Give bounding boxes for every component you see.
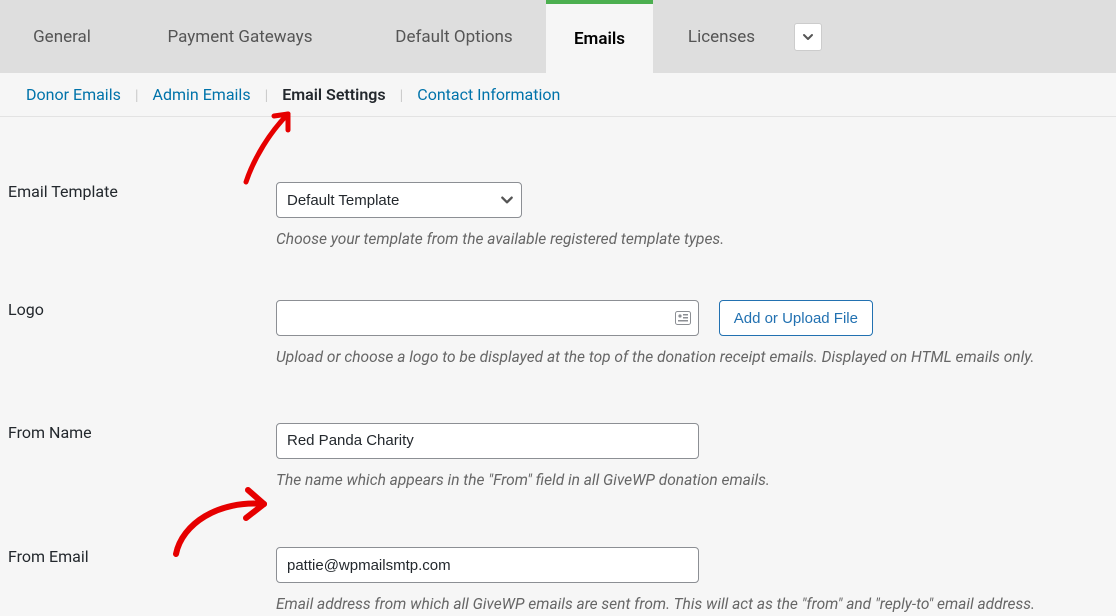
subtab-email-settings[interactable]: Email Settings [268,84,399,106]
row-email-template: Email Template Default Template Choose y… [6,127,1110,250]
row-from-email: From Email Email address from which all … [6,491,1110,615]
label-from-email: From Email [6,547,276,615]
settings-tab-bar: General Payment Gateways Default Options… [0,0,1116,73]
subtab-donor-emails[interactable]: Donor Emails [12,84,135,106]
tab-default-options[interactable]: Default Options [362,0,546,73]
email-subtabs: Donor Emails | Admin Emails | Email Sett… [0,73,1116,117]
tab-licenses[interactable]: Licenses [653,0,790,73]
row-logo: Logo Add or Upload File Upload or choose… [6,250,1110,368]
input-from-name[interactable] [276,423,699,459]
help-from-email: Email address from which all GiveWP emai… [276,583,1106,615]
tab-general[interactable]: General [6,0,118,73]
tabs-more-button[interactable] [794,23,822,51]
help-email-template: Choose your template from the available … [276,218,1106,250]
subtab-contact-info[interactable]: Contact Information [403,84,574,106]
select-email-template[interactable]: Default Template [276,182,522,218]
input-from-email[interactable] [276,547,699,583]
help-logo: Upload or choose a logo to be displayed … [276,336,1106,368]
label-email-template: Email Template [6,182,276,250]
row-from-name: From Name The name which appears in the … [6,369,1110,491]
input-logo[interactable] [276,300,699,336]
tab-emails[interactable]: Emails [546,0,653,73]
subtab-admin-emails[interactable]: Admin Emails [139,84,265,106]
chevron-down-icon [802,31,814,43]
label-logo: Logo [6,300,276,368]
email-settings-form: Email Template Default Template Choose y… [0,117,1116,616]
label-from-name: From Name [6,423,276,491]
button-add-upload-file[interactable]: Add or Upload File [719,300,873,336]
help-from-name: The name which appears in the "From" fie… [276,459,1106,491]
tab-payment-gateways[interactable]: Payment Gateways [118,0,362,73]
